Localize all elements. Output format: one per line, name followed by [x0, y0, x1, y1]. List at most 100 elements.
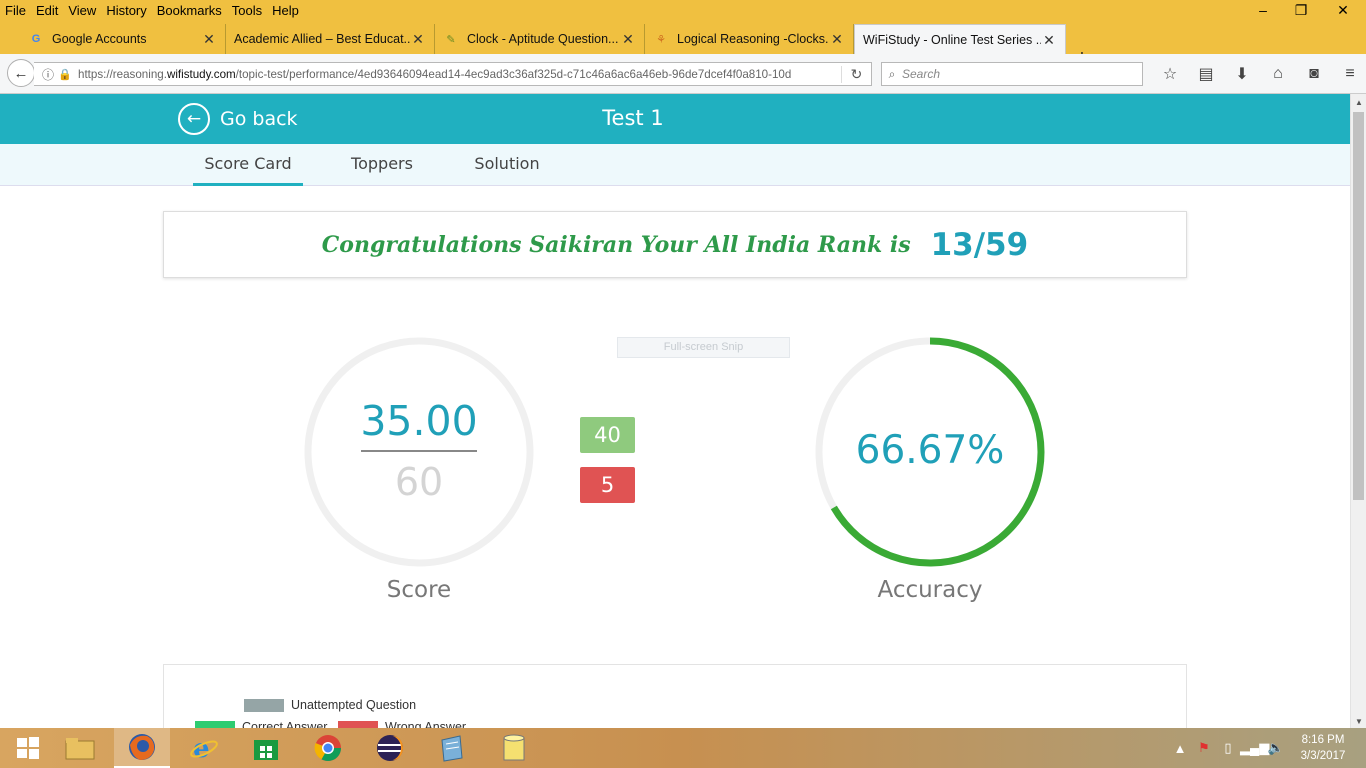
menu-history[interactable]: History	[101, 3, 151, 18]
result-tabs: Score Card Toppers Solution	[0, 144, 1350, 186]
scroll-up-icon[interactable]: ▲	[1351, 98, 1366, 107]
tab-logical-reasoning[interactable]: ⚘ Logical Reasoning -Clocks... ✕	[645, 24, 854, 54]
tab-solution[interactable]: Solution	[466, 144, 548, 186]
page-content: ← Go back Test 1 Score Card Toppers Solu…	[0, 94, 1350, 728]
bookmark-star-icon[interactable]: ☆	[1152, 62, 1188, 86]
tab-wifistudy[interactable]: WiFiStudy - Online Test Series ... ✕	[854, 24, 1066, 55]
menu-bookmarks[interactable]: Bookmarks	[152, 3, 227, 18]
reload-icon[interactable]: ↻	[841, 65, 871, 83]
figure-icon: ⚘	[656, 33, 666, 46]
taskbar: e ▲ ⚑ ▯ ▂▄▆ 🔈 8:16 PM 3/3/2017	[0, 728, 1366, 768]
chrome-icon[interactable]	[300, 728, 356, 768]
search-icon: ⌕	[888, 66, 896, 81]
file-explorer-icon[interactable]	[52, 728, 108, 768]
database-icon[interactable]	[486, 728, 542, 768]
menu-view[interactable]: View	[63, 3, 101, 18]
score-total: 60	[394, 460, 444, 504]
lock-icon: 🔒	[58, 68, 72, 81]
notepad-icon[interactable]	[424, 728, 480, 768]
congratulations-message: Congratulations Saikiran Your All India …	[321, 231, 911, 258]
close-tab-icon[interactable]: ✕	[201, 31, 217, 48]
score-label: Score	[386, 577, 452, 603]
legend-label: Wrong Answer	[385, 720, 467, 728]
legend-swatch	[244, 698, 284, 712]
windows-store-icon[interactable]	[238, 728, 294, 768]
toolbar-icons: ☆ ▤ ⬇ ⌂ ◙ ≡	[1152, 62, 1366, 86]
score-gauge	[304, 337, 534, 567]
tab-title: Logical Reasoning -Clocks...	[677, 32, 829, 46]
tab-title: Clock - Aptitude Question...	[467, 32, 619, 46]
close-tab-icon[interactable]: ✕	[829, 31, 845, 48]
test-title: Test 1	[602, 106, 664, 130]
menu-edit[interactable]: Edit	[31, 3, 63, 18]
restore-button[interactable]: ❐	[1282, 0, 1320, 20]
tab-google-accounts[interactable]: G Google Accounts ✕	[20, 24, 226, 54]
url-text[interactable]: https://reasoning.wifistudy.com/topic-te…	[72, 68, 841, 81]
correct-count-badge: 40	[580, 417, 635, 453]
legend-label: Unattempted Question	[291, 698, 417, 712]
legend-wrong: Wrong Answer	[338, 720, 466, 728]
address-bar[interactable]: ⓘ 🔒 https://reasoning.wifistudy.com/topi…	[34, 62, 872, 86]
close-tab-icon[interactable]: ✕	[1041, 32, 1057, 49]
snip-overlay: Full-screen Snip	[617, 337, 790, 358]
legend-unattempted: Unattempted Question	[244, 698, 416, 712]
eclipse-icon[interactable]	[362, 728, 418, 768]
legend-swatch	[338, 720, 378, 728]
firefox-icon[interactable]	[114, 728, 170, 768]
accuracy-value: 66.67%	[855, 428, 1005, 473]
menu-help[interactable]: Help	[267, 3, 304, 18]
menu-bar: File Edit View History Bookmarks Tools H…	[0, 0, 1366, 20]
back-arrow-icon[interactable]: ←	[7, 59, 35, 87]
scrollbar-thumb[interactable]	[1353, 112, 1364, 500]
network-signal-icon[interactable]: ▂▄▆	[1240, 740, 1269, 756]
internet-explorer-icon[interactable]: e	[176, 728, 232, 768]
scroll-down-icon[interactable]: ▼	[1351, 717, 1366, 726]
close-window-button[interactable]: ✕	[1320, 0, 1366, 20]
question-chart-panel: Unattempted Question Correct Answer Wron…	[163, 664, 1187, 728]
info-icon[interactable]: ⓘ	[42, 66, 58, 83]
tab-clock-aptitude[interactable]: ✎ Clock - Aptitude Question... ✕	[435, 24, 645, 54]
legend-label: Correct Answer	[242, 720, 328, 728]
reading-list-icon[interactable]: ▤	[1188, 62, 1224, 86]
windows-start-icon[interactable]	[0, 728, 56, 768]
window-controls: – ❐ ✕	[1244, 0, 1366, 20]
action-center-flag-icon[interactable]: ⚑	[1192, 740, 1216, 756]
clock-date: 3/3/2017	[1300, 750, 1346, 762]
score-value: 35.00	[360, 397, 478, 445]
minimize-button[interactable]: –	[1244, 0, 1282, 20]
pencil-icon: ✎	[446, 33, 456, 46]
close-tab-icon[interactable]: ✕	[410, 31, 426, 48]
menu-tools[interactable]: Tools	[227, 3, 267, 18]
tab-academic-allied[interactable]: Academic Allied – Best Educat... ✕	[226, 24, 435, 54]
rank-banner: Congratulations Saikiran Your All India …	[163, 211, 1187, 278]
show-hidden-icons-icon[interactable]: ▲	[1168, 741, 1192, 756]
system-tray: ▲ ⚑ ▯ ▂▄▆ 🔈	[1168, 728, 1288, 768]
all-india-rank: 13/59	[930, 226, 1029, 263]
close-tab-icon[interactable]: ✕	[620, 31, 636, 48]
tab-title: Google Accounts	[52, 32, 147, 46]
page-scrollbar[interactable]: ▲ ▼	[1350, 94, 1366, 728]
test-header: ← Go back Test 1	[0, 94, 1350, 144]
tab-score-card[interactable]: Score Card	[193, 144, 303, 186]
volume-icon[interactable]: 🔈	[1264, 740, 1288, 756]
home-icon[interactable]: ⌂	[1260, 62, 1296, 86]
google-icon: G	[31, 33, 41, 45]
battery-icon[interactable]: ▯	[1216, 740, 1240, 756]
wrong-count-badge: 5	[580, 467, 635, 503]
accuracy-label: Accuracy	[877, 577, 983, 603]
tab-title: WiFiStudy - Online Test Series ...	[863, 33, 1041, 47]
hamburger-menu-icon[interactable]: ≡	[1332, 62, 1366, 86]
tab-title: Academic Allied – Best Educat...	[234, 32, 410, 46]
clock-time: 8:16 PM	[1301, 734, 1345, 746]
taskbar-clock[interactable]: 8:16 PM 3/3/2017	[1290, 732, 1356, 764]
legend-swatch	[195, 720, 235, 728]
tab-toppers[interactable]: Toppers	[342, 144, 422, 186]
legend-correct: Correct Answer	[195, 720, 327, 728]
search-placeholder: Search	[902, 67, 941, 81]
menu-file[interactable]: File	[0, 3, 31, 18]
score-divider	[361, 450, 477, 452]
pocket-icon[interactable]: ◙	[1296, 62, 1332, 86]
download-icon[interactable]: ⬇	[1224, 62, 1260, 86]
navigation-bar: ← ⓘ 🔒 https://reasoning.wifistudy.com/to…	[0, 54, 1366, 94]
search-input[interactable]: ⌕ Search	[881, 62, 1143, 86]
